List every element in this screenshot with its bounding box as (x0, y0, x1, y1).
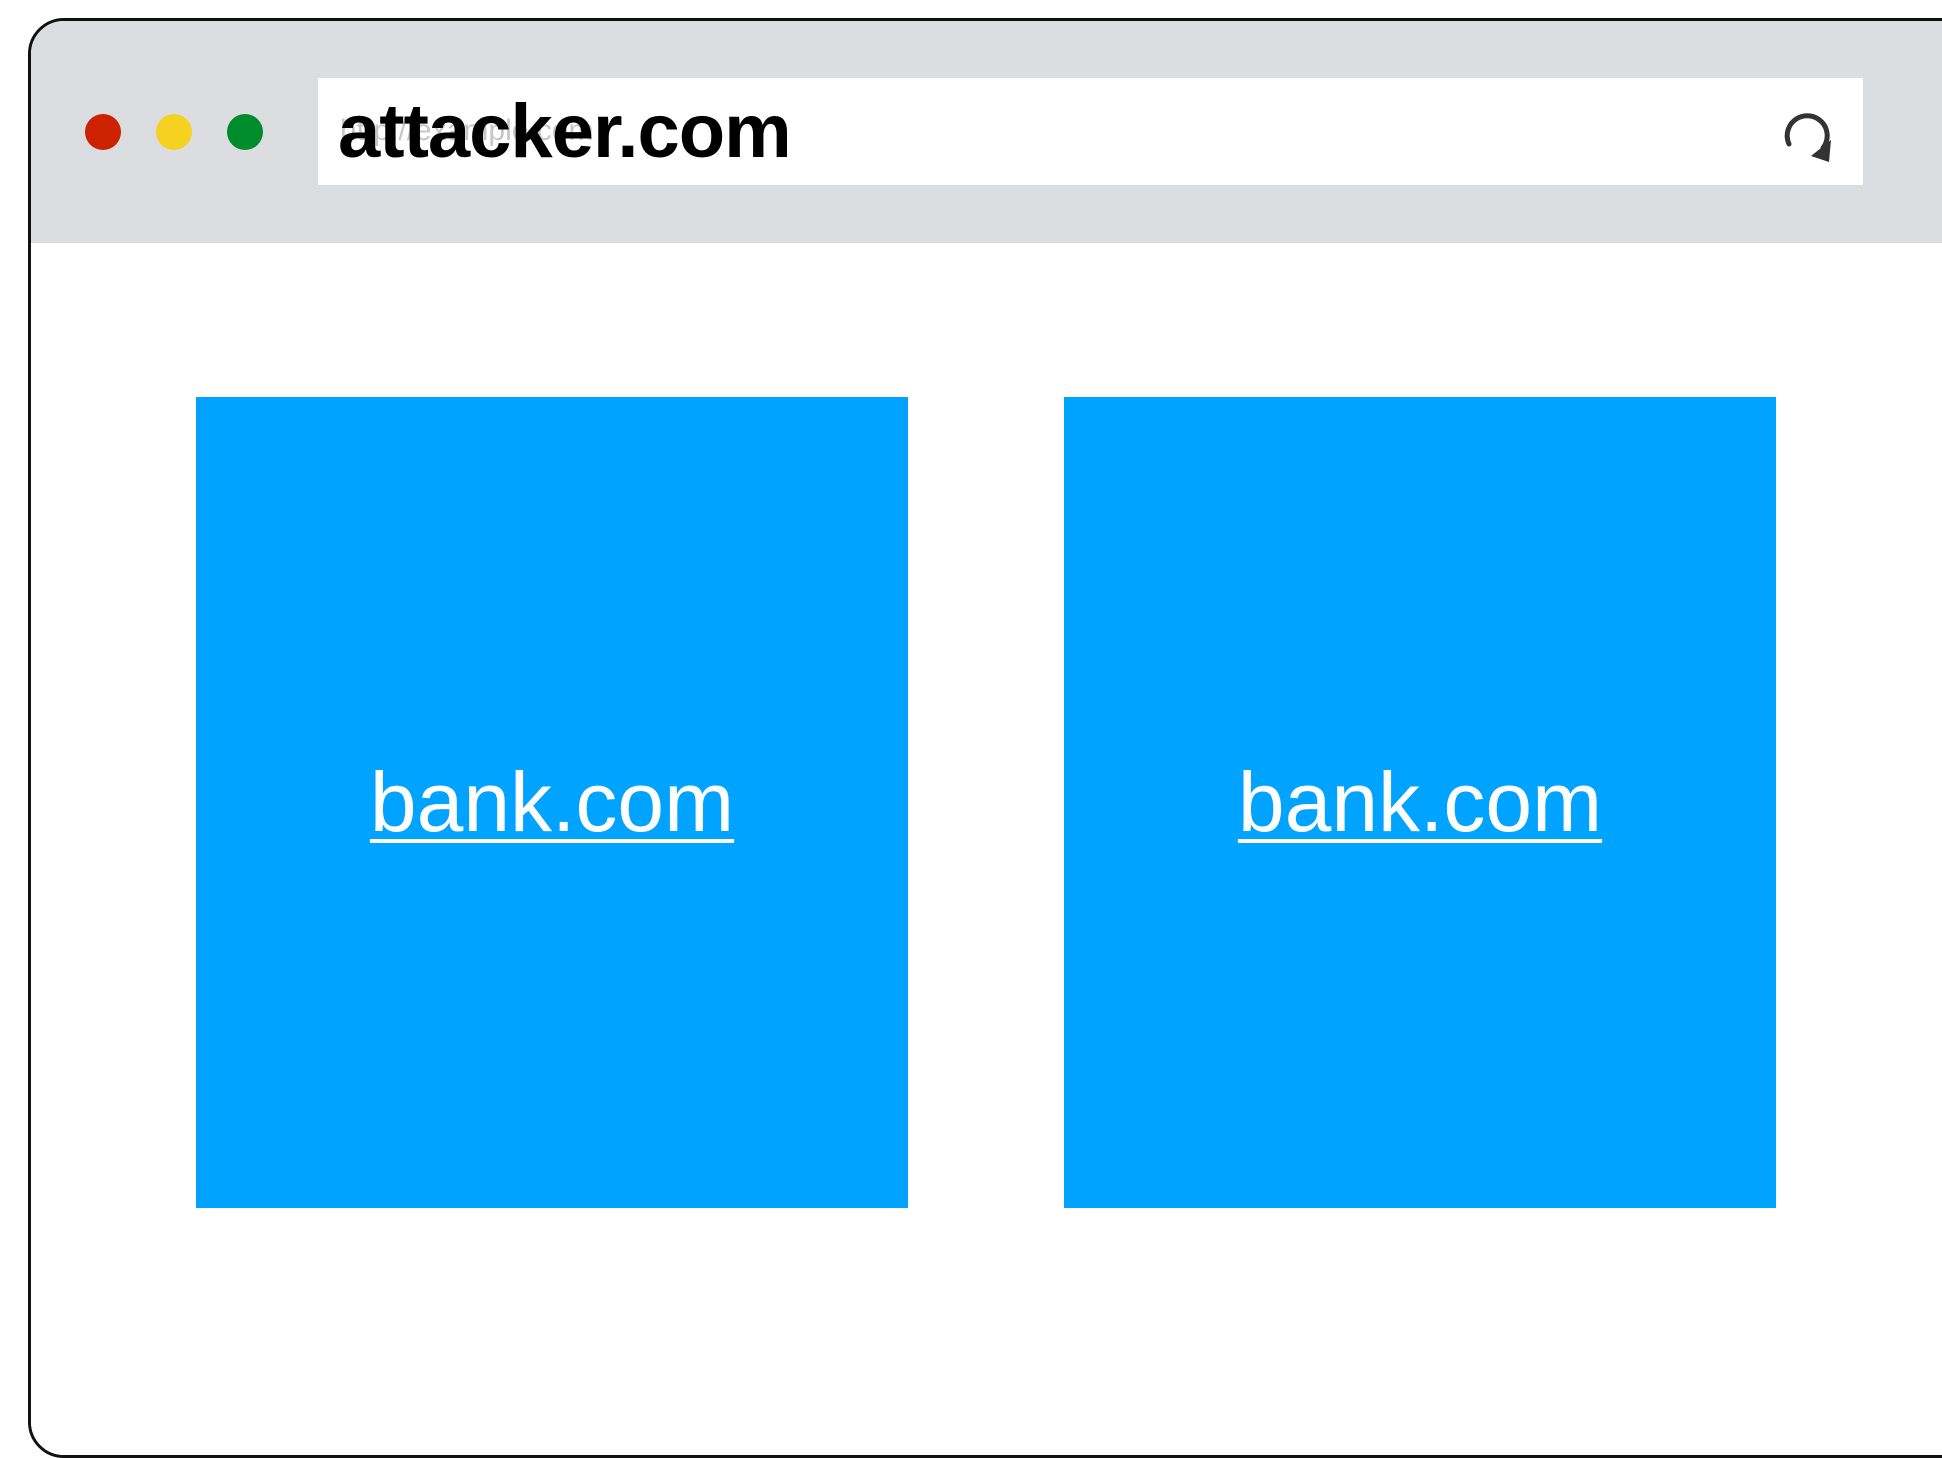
bank-link-left[interactable]: bank.com (370, 754, 734, 851)
close-window-button[interactable] (85, 114, 121, 150)
address-bar[interactable]: http://example.com attacker.com (318, 78, 1863, 185)
address-url[interactable]: attacker.com (338, 84, 792, 180)
browser-window: http://example.com attacker.com bank.com… (28, 18, 1942, 1458)
page-content: bank.com bank.com (31, 243, 1942, 1455)
maximize-window-button[interactable] (227, 114, 263, 150)
browser-toolbar: http://example.com attacker.com (31, 21, 1942, 243)
bank-link-right[interactable]: bank.com (1238, 754, 1602, 851)
reload-icon[interactable] (1775, 100, 1839, 164)
iframe-bank-left: bank.com (196, 397, 908, 1208)
minimize-window-button[interactable] (156, 114, 192, 150)
iframe-bank-right: bank.com (1064, 397, 1776, 1208)
